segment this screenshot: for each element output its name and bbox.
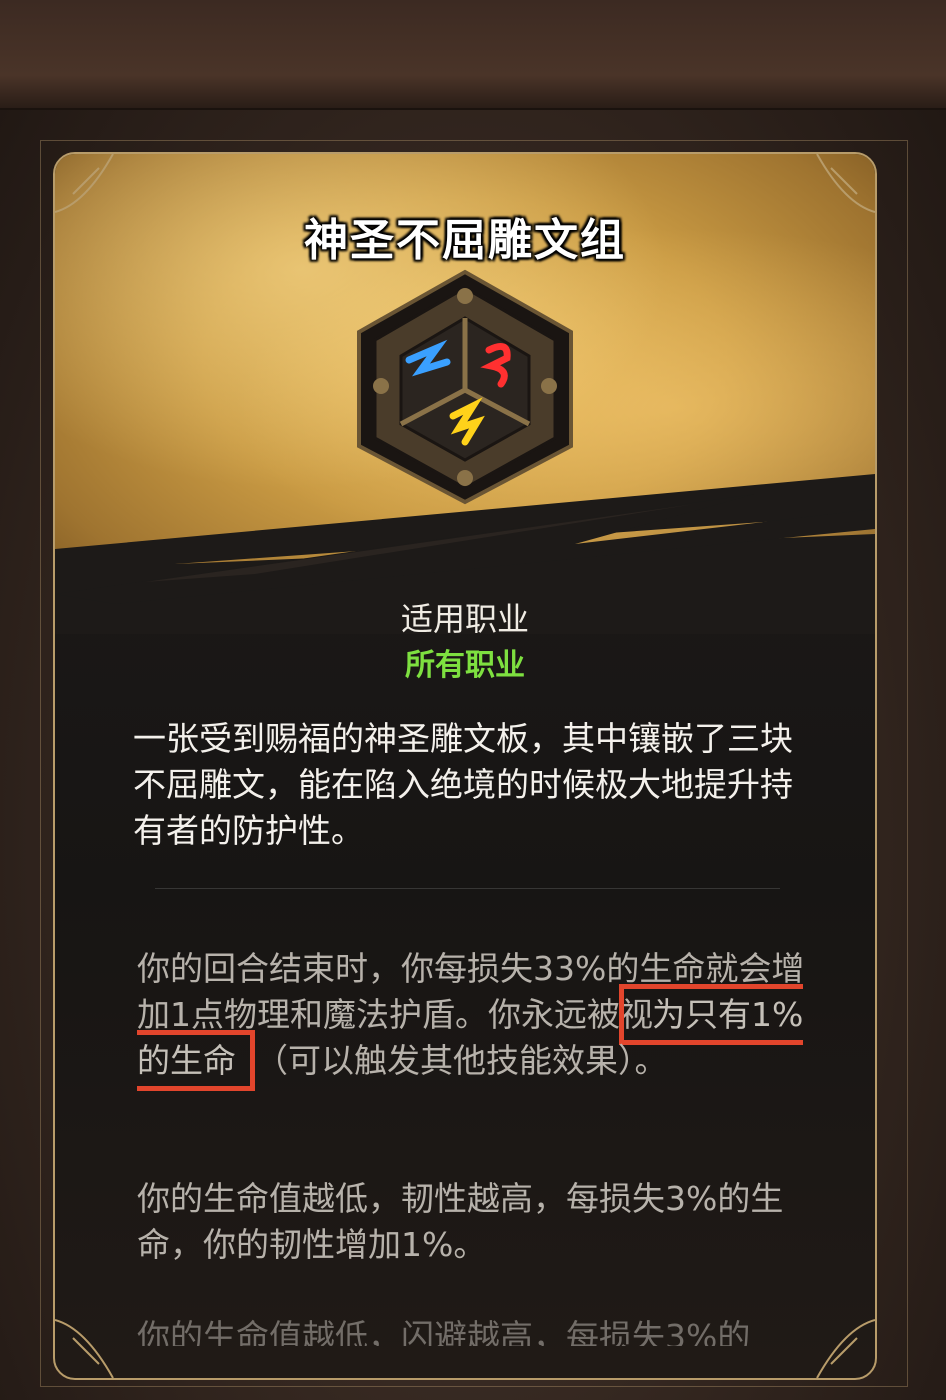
item-description: 一张受到赐福的神圣雕文板，其中镶嵌了三块不屈雕文，能在陷入绝境的时候极大地提升持… [133, 719, 793, 850]
item-title: 神圣不屈雕文组 [304, 215, 626, 266]
rune-plate-icon [357, 269, 573, 505]
corner-ornament-icon [55, 1319, 114, 1378]
corner-ornament-icon [816, 1319, 875, 1378]
class-label: 适用职业 [400, 600, 529, 638]
effect-text-3: 你的生命值越低，闪避越高，每损失3%的 [137, 1317, 751, 1346]
divider [155, 888, 780, 889]
top-band [0, 0, 946, 110]
effect-1-tail: （可以触发其他技能效果）。 [255, 1041, 668, 1080]
class-value: 所有职业 [405, 648, 525, 683]
item-card: 神圣不屈雕文组 适用职业 所有职业 一张受到赐福的神圣雕文板，其中镶嵌了三块不屈… [53, 152, 877, 1380]
effect-text-2: 你的生命值越低，韧性越高，每损失3%的生命，你的韧性增加1%。 [137, 1179, 784, 1264]
effect-text-1: 你的回合结束时，你每损失33%的生命就会增加1点物理和魔法护盾。你永远被视为只有… [137, 946, 817, 1091]
